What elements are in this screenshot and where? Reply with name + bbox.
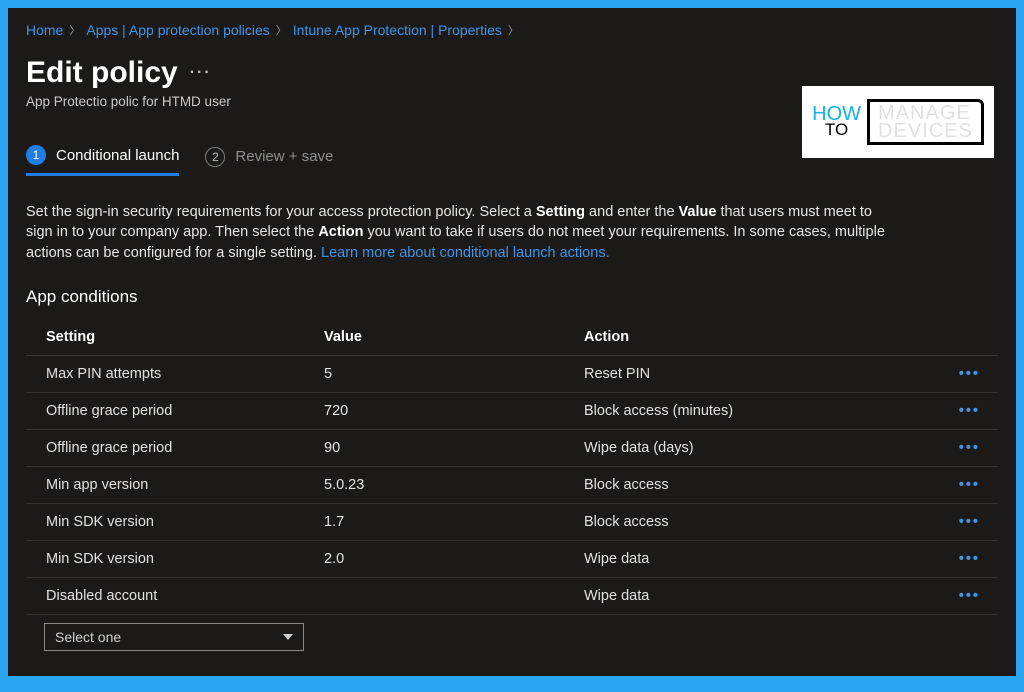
page-title: Edit policy [26, 56, 178, 90]
cell-value[interactable] [316, 577, 576, 614]
howto-watermark: HOW TO MANAGE DEVICES [802, 86, 994, 158]
select-placeholder: Select one [55, 629, 121, 645]
cell-action[interactable]: Block access [576, 466, 951, 503]
cell-action[interactable]: Block access [576, 503, 951, 540]
cell-action[interactable]: Reset PIN [576, 355, 951, 392]
cell-value[interactable]: 5.0.23 [316, 466, 576, 503]
cell-setting[interactable]: Min SDK version [26, 503, 316, 540]
cell-value[interactable]: 1.7 [316, 503, 576, 540]
cell-value[interactable]: 720 [316, 392, 576, 429]
learn-more-link[interactable]: Learn more about conditional launch acti… [321, 245, 610, 261]
row-more-icon[interactable]: ••• [951, 392, 998, 429]
watermark-devices: DEVICES [878, 122, 973, 140]
table-row: Min SDK version2.0Wipe data••• [26, 540, 998, 577]
cell-action[interactable]: Block access (minutes) [576, 392, 951, 429]
chevron-right-icon: 〉 [508, 22, 519, 38]
breadcrumb-home[interactable]: Home [26, 22, 63, 38]
table-row: Min app version5.0.23Block access••• [26, 466, 998, 503]
cell-action[interactable]: Wipe data [576, 540, 951, 577]
setting-select[interactable]: Select one [44, 623, 304, 651]
cell-setting[interactable]: Offline grace period [26, 429, 316, 466]
cell-setting[interactable]: Offline grace period [26, 392, 316, 429]
table-row: Offline grace period720Block access (min… [26, 392, 998, 429]
breadcrumb-apps[interactable]: Apps | App protection policies [86, 22, 269, 38]
cell-setting[interactable]: Max PIN attempts [26, 355, 316, 392]
tab-label: Conditional launch [56, 147, 179, 164]
row-more-icon[interactable]: ••• [951, 466, 998, 503]
chevron-right-icon: 〉 [69, 22, 80, 38]
step-badge-2: 2 [205, 147, 225, 167]
cell-value[interactable]: 2.0 [316, 540, 576, 577]
table-row: Offline grace period90Wipe data (days)••… [26, 429, 998, 466]
row-more-icon[interactable]: ••• [951, 429, 998, 466]
row-more-icon[interactable]: ••• [951, 577, 998, 614]
cell-value[interactable]: 5 [316, 355, 576, 392]
cell-setting[interactable]: Min SDK version [26, 540, 316, 577]
cell-value[interactable]: 90 [316, 429, 576, 466]
cell-setting[interactable]: Disabled account [26, 577, 316, 614]
section-app-conditions: App conditions [26, 287, 998, 307]
chevron-down-icon [283, 634, 293, 640]
row-more-icon[interactable]: ••• [951, 503, 998, 540]
description-text: Set the sign-in security requirements fo… [26, 202, 896, 263]
breadcrumb: Home 〉 Apps | App protection policies 〉 … [26, 22, 998, 38]
chevron-right-icon: 〉 [276, 22, 287, 38]
col-action: Action [576, 319, 951, 356]
col-setting: Setting [26, 319, 316, 356]
cell-action[interactable]: Wipe data [576, 577, 951, 614]
more-actions-icon[interactable]: ··· [190, 64, 212, 82]
conditions-table: Setting Value Action Max PIN attempts5Re… [26, 319, 998, 615]
tab-label: Review + save [235, 148, 333, 165]
col-value: Value [316, 319, 576, 356]
tab-review-save[interactable]: 2 Review + save [205, 147, 333, 175]
watermark-to: TO [812, 123, 861, 137]
cell-action[interactable]: Wipe data (days) [576, 429, 951, 466]
breadcrumb-intune[interactable]: Intune App Protection | Properties [293, 22, 502, 38]
tab-conditional-launch[interactable]: 1 Conditional launch [26, 145, 179, 176]
table-row: Max PIN attempts5Reset PIN••• [26, 355, 998, 392]
row-more-icon[interactable]: ••• [951, 540, 998, 577]
table-row: Min SDK version1.7Block access••• [26, 503, 998, 540]
table-row: Disabled account Wipe data••• [26, 577, 998, 614]
cell-setting[interactable]: Min app version [26, 466, 316, 503]
row-more-icon[interactable]: ••• [951, 355, 998, 392]
step-badge-1: 1 [26, 145, 46, 165]
